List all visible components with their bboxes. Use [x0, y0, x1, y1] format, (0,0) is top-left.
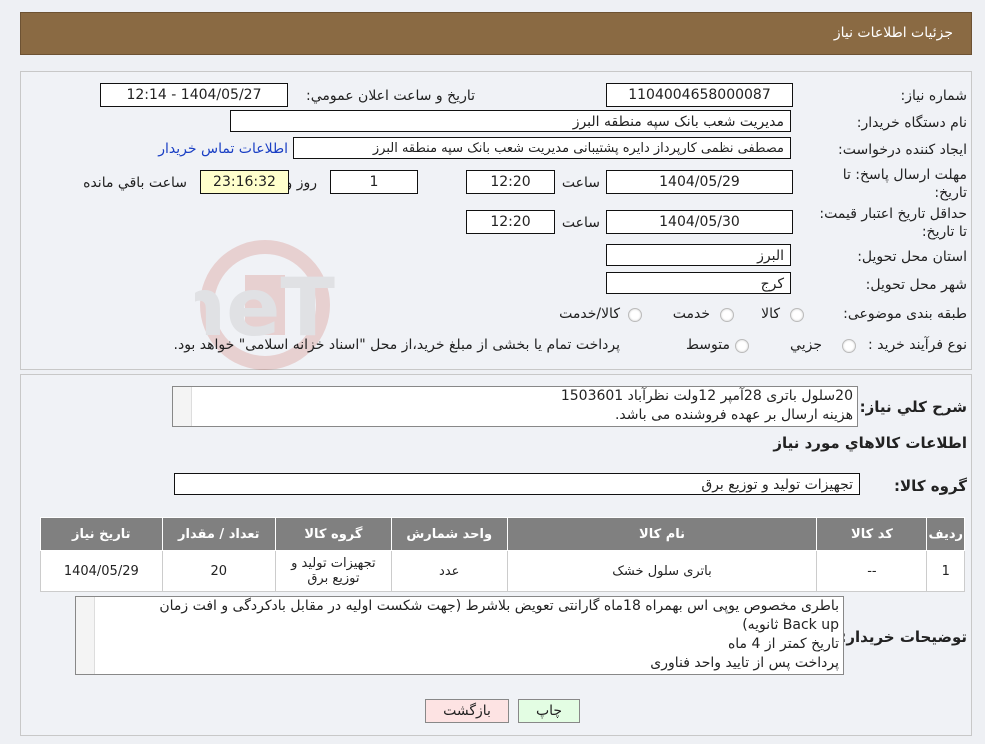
need-number-label: شماره نیاز:: [900, 88, 968, 104]
goods-table: ردیف کد کالا نام کالا واحد شمارش گروه کا…: [40, 517, 965, 592]
col-unit: واحد شمارش: [390, 517, 508, 551]
category-goods-label: کالا: [761, 306, 780, 322]
cell-group: تجهیزات تولید و توزیع برق: [275, 550, 392, 592]
buyer-org-label: نام دستگاه خریدار:: [856, 115, 967, 131]
days-label: روز و: [285, 175, 318, 191]
goods-section-title: اطلاعات کالاهاي مورد نیاز: [773, 434, 967, 452]
col-row: ردیف: [926, 517, 965, 551]
cell-code: --: [816, 550, 928, 592]
col-code: کد کالا: [816, 517, 928, 551]
buyer-org-field: مدیریت شعب بانک سپه منطقه البرز: [230, 110, 791, 132]
buyer-notes-line-2: Back up ثانویه): [742, 617, 839, 633]
reply-deadline-label: مهلت ارسال پاسخ: تا تاریخ:: [842, 167, 967, 201]
summary-textarea[interactable]: 20سلول باتری 28آمپر 12ولت نظرآباد 150360…: [172, 386, 858, 427]
cell-unit: عدد: [390, 550, 508, 592]
category-service-label: خدمت: [672, 306, 710, 322]
need-number-field: 1104004658000087: [606, 83, 793, 107]
process-partial-label: جزیي: [790, 337, 822, 353]
city-field: کرج: [606, 272, 791, 294]
summary-label: شرح کلي نیاز:: [859, 398, 967, 416]
category-label: طبقه بندی موضوعی:: [843, 306, 967, 322]
process-note: پرداخت تمام یا بخشی از مبلغ خرید،از محل …: [173, 337, 620, 353]
buyer-notes-line-1: باطری مخصوص یوپی اس بهمراه 18ماه گارانتی…: [159, 598, 839, 614]
announce-field: 1404/05/27 - 12:14: [100, 83, 288, 107]
remaining-label: ساعت باقي مانده: [83, 175, 187, 191]
buyer-notes-textarea[interactable]: باطری مخصوص یوپی اس بهمراه 18ماه گارانتی…: [75, 596, 844, 675]
remaining-time-field: 23:16:32: [200, 170, 289, 194]
summary-line-1: 20سلول باتری 28آمپر 12ولت نظرآباد 150360…: [560, 388, 853, 404]
price-time-field: 12:20: [466, 210, 555, 234]
process-medium-radio[interactable]: [735, 339, 749, 353]
goods-group-label: گروه کالا:: [894, 477, 967, 495]
page-title: جزئیات اطلاعات نیاز: [833, 25, 953, 41]
cell-date: 1404/05/29: [40, 550, 163, 592]
col-name: نام کالا: [506, 517, 818, 551]
buyer-notes-line-4: پرداخت پس از تایید واحد فناوری: [650, 655, 839, 671]
reply-time-field: 12:20: [466, 170, 555, 194]
summary-line-2: هزینه ارسال بر عهده فروشنده می باشد.: [614, 407, 853, 423]
province-label: استان محل تحویل:: [857, 249, 967, 265]
price-date-field: 1404/05/30: [606, 210, 793, 234]
summary-scrollbar[interactable]: [173, 387, 192, 426]
contact-buyer-link[interactable]: اطلاعات تماس خریدار: [158, 140, 288, 158]
table-row: 1 -- باتری سلول خشک عدد تجهیزات تولید و …: [40, 550, 965, 592]
process-label: نوع فرآیند خرید :: [868, 337, 967, 353]
category-service-radio[interactable]: [720, 308, 734, 322]
price-time-label: ساعت: [561, 215, 600, 231]
province-field: البرز: [606, 244, 791, 266]
buyer-notes-label: توضیحات خریدار:: [840, 628, 967, 646]
goods-table-header: ردیف کد کالا نام کالا واحد شمارش گروه کا…: [40, 517, 965, 551]
cell-qty: 20: [161, 550, 277, 592]
col-qty: تعداد / مقدار: [161, 517, 277, 551]
category-goods-radio[interactable]: [790, 308, 804, 322]
print-button[interactable]: چاپ: [518, 699, 580, 723]
process-partial-radio[interactable]: [842, 339, 856, 353]
col-date: تاریخ نیاز: [40, 517, 163, 551]
reply-date-field: 1404/05/29: [606, 170, 793, 194]
price-validity-label: حداقل تاریخ اعتبار قیمت: تا تاریخ:: [819, 206, 967, 240]
city-label: شهر محل تحویل:: [865, 277, 967, 293]
buyer-notes-scrollbar[interactable]: [76, 597, 95, 674]
goods-group-field: تجهیزات تولید و توزیع برق: [174, 473, 860, 495]
reply-time-label: ساعت: [561, 175, 600, 191]
category-both-label: کالا/خدمت: [559, 306, 620, 322]
col-group: گروه کالا: [275, 517, 392, 551]
cell-name: باتری سلول خشک: [506, 550, 818, 592]
category-both-radio[interactable]: [628, 308, 642, 322]
process-medium-label: متوسط: [686, 337, 730, 353]
announce-label: تاریخ و ساعت اعلان عمومي:: [306, 88, 475, 104]
creator-label: ایجاد کننده درخواست:: [838, 142, 967, 158]
back-button[interactable]: بازگشت: [425, 699, 509, 723]
page-header: جزئیات اطلاعات نیاز: [20, 12, 972, 55]
creator-field: مصطفی نظمی کارپرداز دایره پشتیبانی مدیری…: [293, 137, 791, 159]
days-field: 1: [330, 170, 418, 194]
cell-row: 1: [926, 550, 965, 592]
buyer-notes-line-3: تاریخ کمتر از 4 ماه: [727, 636, 839, 652]
